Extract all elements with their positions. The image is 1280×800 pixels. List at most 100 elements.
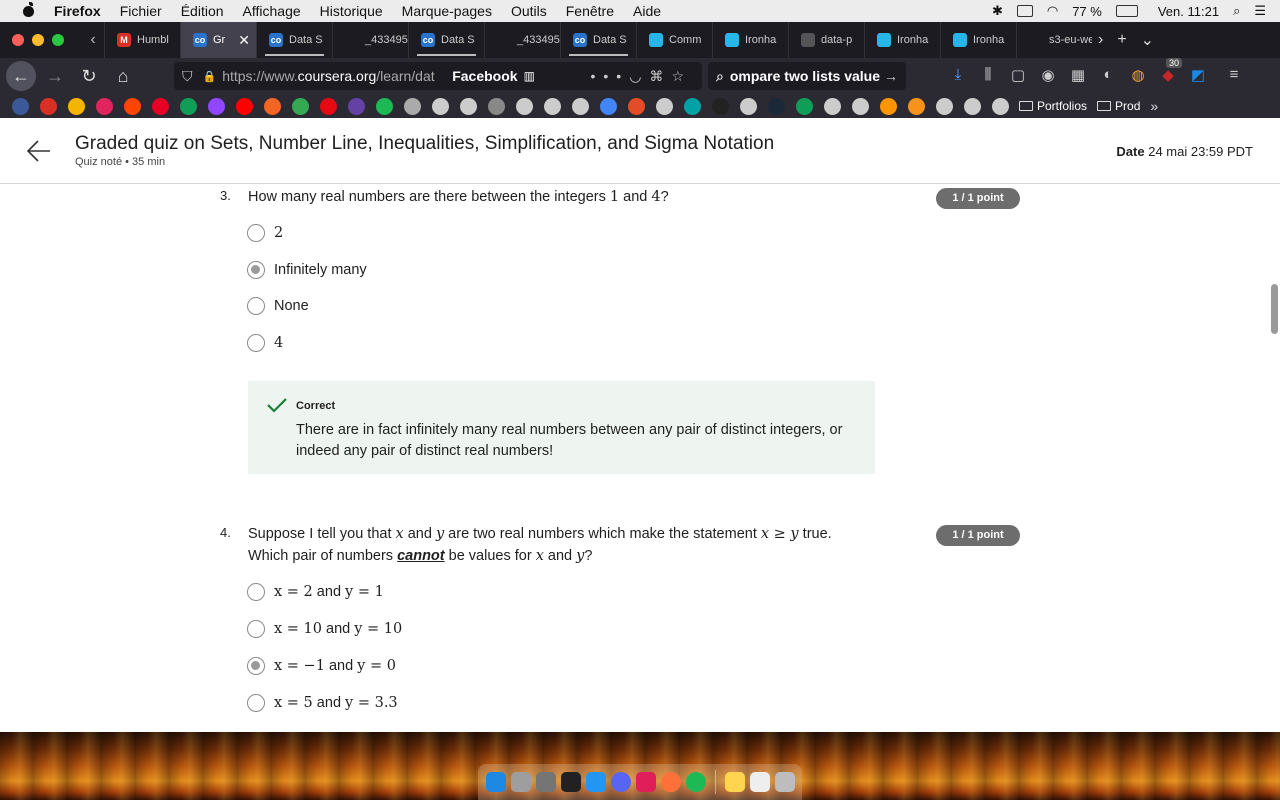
finder-icon[interactable] <box>485 772 506 792</box>
keyboard-icon[interactable] <box>1016 5 1033 17</box>
menu-marque-pages[interactable]: Marque-pages <box>402 3 492 19</box>
downloads-icon[interactable] <box>724 772 745 792</box>
search-query[interactable]: ompare two lists value <box>730 68 880 84</box>
ublock-icon[interactable]: ◆ 30 <box>1160 58 1182 84</box>
shield-icon[interactable]: ⛉ <box>182 68 193 85</box>
wifi-icon[interactable]: ◠ <box>1047 3 1058 19</box>
bookmark-favicon-icon[interactable] <box>628 97 645 115</box>
bookmark-folder-prod[interactable]: Prod <box>1097 99 1140 113</box>
menu-historique[interactable]: Historique <box>320 3 383 19</box>
bookmark-favicon-icon[interactable] <box>824 97 841 115</box>
bookmark-favicon-icon[interactable] <box>796 97 813 115</box>
bookmark-favicon-icon[interactable] <box>572 97 589 115</box>
menu-app-firefox[interactable]: Firefox <box>54 3 101 19</box>
browser-tab[interactable]: _4334954 <box>484 22 560 58</box>
radio-button-selected[interactable] <box>247 657 265 675</box>
trash-icon[interactable] <box>774 772 795 792</box>
bookmark-favicon-icon[interactable] <box>376 97 393 115</box>
menu-affichage[interactable]: Affichage <box>243 3 301 19</box>
bookmark-favicon-icon[interactable] <box>292 97 309 115</box>
menu-aide[interactable]: Aide <box>633 3 661 19</box>
bluetooth-icon[interactable]: ✱ <box>992 3 1003 19</box>
extension-grid-icon[interactable]: ▦ <box>1070 66 1086 84</box>
tag-icon[interactable]: ⌘ <box>649 68 671 84</box>
bookmark-favicon-icon[interactable] <box>12 97 29 115</box>
menu-edition[interactable]: Édition <box>181 3 224 19</box>
new-tab-button[interactable]: + <box>1117 31 1126 49</box>
lock-icon[interactable]: 🔒 <box>203 70 217 83</box>
tab-scroll-right-icon[interactable]: › <box>1098 31 1103 49</box>
browser-tab[interactable]: co Data S <box>408 22 484 58</box>
answer-option[interactable]: 2 <box>247 221 283 245</box>
radio-button[interactable] <box>247 583 265 601</box>
spotify-icon[interactable] <box>685 772 706 792</box>
bookmark-favicon-icon[interactable] <box>656 97 673 115</box>
more-actions-icon[interactable]: ••• <box>591 68 630 84</box>
bookmark-favicon-icon[interactable] <box>964 97 981 115</box>
app-store-icon[interactable] <box>585 772 606 792</box>
radio-button[interactable] <box>247 620 265 638</box>
browser-tab[interactable]: Ironha <box>940 22 1016 58</box>
answer-option[interactable]: 4 <box>247 331 283 355</box>
firefox-icon[interactable] <box>660 772 681 792</box>
launchpad-icon[interactable] <box>510 772 531 792</box>
bookmark-favicon-icon[interactable] <box>768 97 785 115</box>
discord-icon[interactable] <box>610 772 631 792</box>
radio-button[interactable] <box>247 297 265 315</box>
answer-option[interactable]: None <box>247 294 309 318</box>
bookmark-favicon-icon[interactable] <box>740 97 757 115</box>
bookmark-favicon-icon[interactable] <box>236 97 253 115</box>
bookmark-favicon-icon[interactable] <box>908 97 925 115</box>
bookmarks-overflow-icon[interactable]: » <box>1150 98 1158 114</box>
bookmark-favicon-icon[interactable] <box>404 97 421 115</box>
apple-menu-icon[interactable] <box>20 2 40 18</box>
bookmark-favicon-icon[interactable] <box>68 97 85 115</box>
bookmark-favicon-icon[interactable] <box>544 97 561 115</box>
app-menu-icon[interactable]: ≡ <box>1226 66 1242 84</box>
extension-toggle-icon[interactable]: ◐ <box>1100 66 1116 84</box>
browser-tab[interactable]: M Humbl <box>104 22 180 58</box>
system-preferences-icon[interactable] <box>535 772 556 792</box>
search-bar[interactable]: ⌕ ompare two lists value → <box>708 62 906 90</box>
zoom-window-button[interactable] <box>52 34 64 46</box>
menu-fichier[interactable]: Fichier <box>120 3 162 19</box>
answer-option[interactable]: Infinitely many <box>247 258 367 282</box>
bookmark-favicon-icon[interactable] <box>348 97 365 115</box>
browser-tab[interactable]: co Data S <box>256 22 332 58</box>
bookmark-favicon-icon[interactable] <box>992 97 1009 115</box>
bookmark-favicon-icon[interactable] <box>880 97 897 115</box>
browser-tab[interactable]: data-p <box>788 22 864 58</box>
url-text[interactable]: https://www.coursera.org/learn/dat <box>222 68 444 84</box>
bookmark-favicon-icon[interactable] <box>600 97 617 115</box>
bookmark-favicon-icon[interactable] <box>152 97 169 115</box>
answer-option[interactable]: x = 10 and y = 10 <box>247 617 402 641</box>
control-center-icon[interactable]: ☰ <box>1254 3 1266 19</box>
forward-button[interactable]: → <box>40 61 70 91</box>
list-all-tabs-icon[interactable]: ⌄ <box>1141 30 1154 50</box>
battery-percent[interactable]: 77 % <box>1072 4 1102 19</box>
tab-scroll-left-icon[interactable]: ‹ <box>82 31 104 49</box>
browser-tab[interactable]: Ironha <box>712 22 788 58</box>
browser-tab[interactable]: Ironha <box>864 22 940 58</box>
bookmark-favicon-icon[interactable] <box>320 97 337 115</box>
extension-glasses-icon[interactable]: ◍ <box>1130 66 1146 84</box>
bookmark-favicon-icon[interactable] <box>712 97 729 115</box>
url-bar[interactable]: ⛉ 🔒 https://www.coursera.org/learn/dat F… <box>174 62 702 90</box>
bookmark-folder-portfolios[interactable]: Portfolios <box>1019 99 1087 113</box>
extension-blue-icon[interactable]: ◩ <box>1190 66 1206 84</box>
bookmark-favicon-icon[interactable] <box>96 97 113 115</box>
radio-button[interactable] <box>247 224 265 242</box>
bookmark-favicon-icon[interactable] <box>180 97 197 115</box>
bookmark-favicon-icon[interactable] <box>40 97 57 115</box>
page-scrollbar-thumb[interactable] <box>1271 284 1278 334</box>
menu-fenetre[interactable]: Fenêtre <box>566 3 614 19</box>
pocket-icon[interactable]: ◡ <box>629 68 649 84</box>
documents-icon[interactable] <box>749 772 770 792</box>
bookmark-favicon-icon[interactable] <box>936 97 953 115</box>
menu-outils[interactable]: Outils <box>511 3 547 19</box>
bookmark-favicon-icon[interactable] <box>432 97 449 115</box>
browser-tab[interactable]: co Data S <box>560 22 636 58</box>
browser-tab[interactable]: co Gr <box>180 22 256 58</box>
browser-tab[interactable]: s3-eu-wes <box>1016 22 1092 58</box>
answer-option[interactable]: x = 2 and y = 1 <box>247 580 384 604</box>
